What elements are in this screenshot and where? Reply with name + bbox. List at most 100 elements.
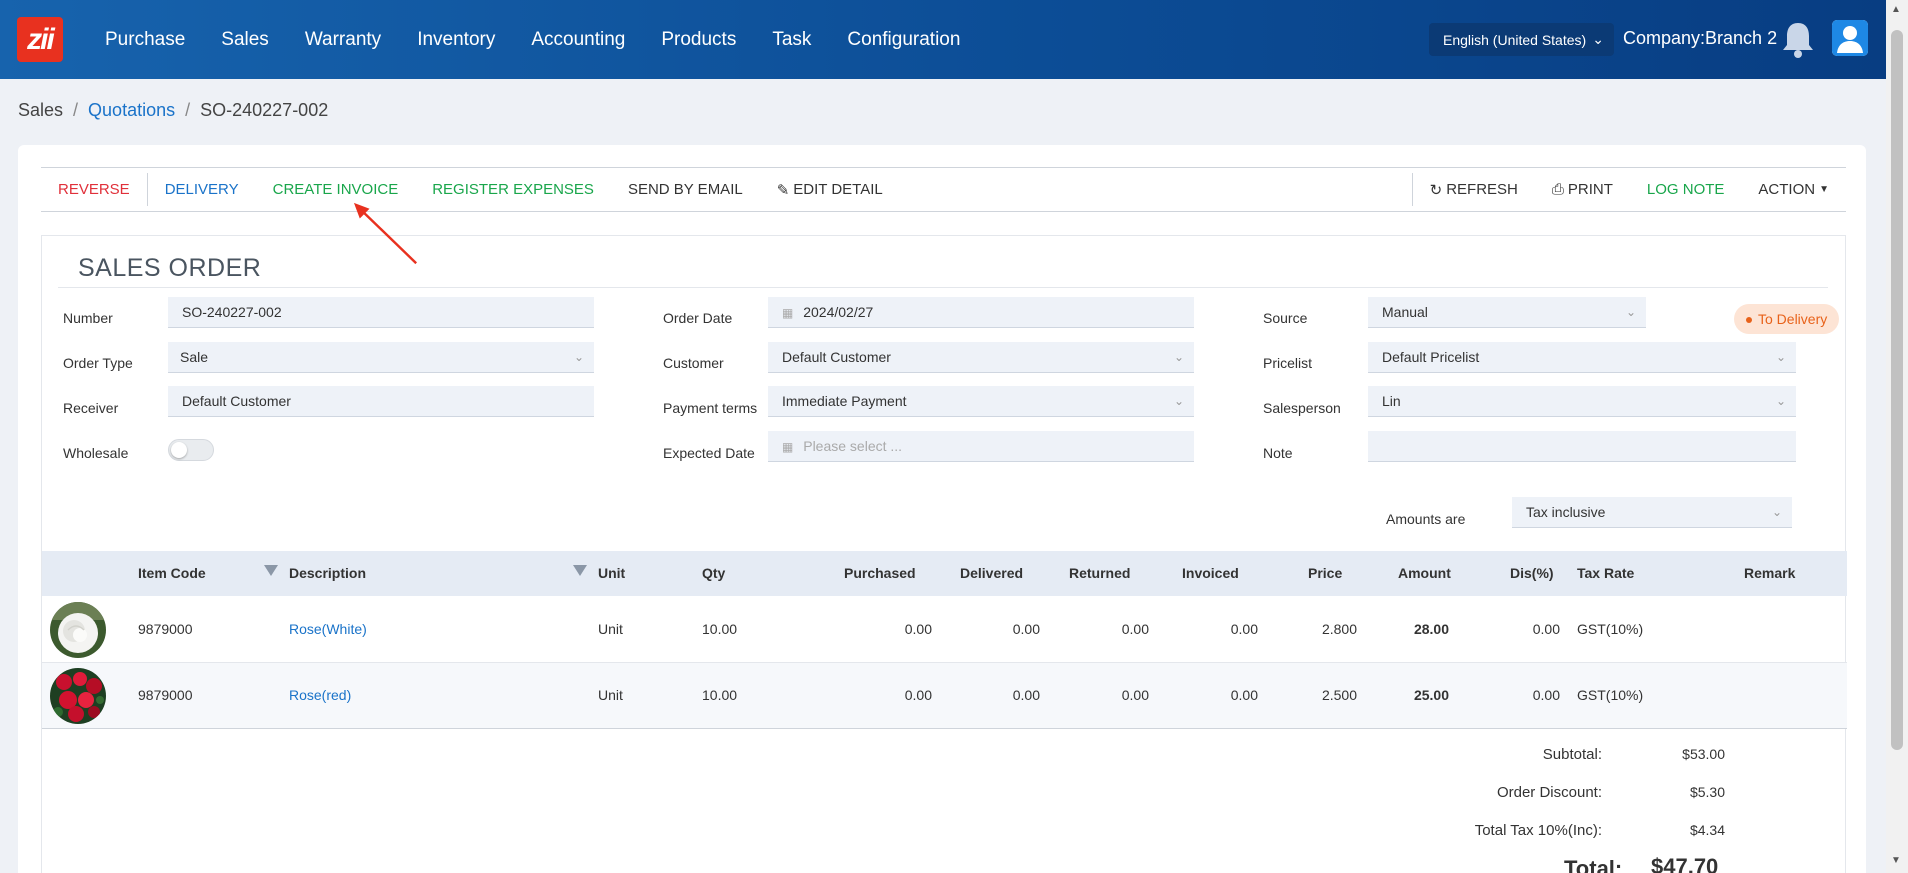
table-row[interactable]: 9879000 Rose(White) Unit 10.00 0.00 0.00… xyxy=(42,597,1847,663)
chevron-down-icon: ⌄ xyxy=(1625,305,1636,319)
order-date-field[interactable]: ▦ 2024/02/27 xyxy=(768,297,1194,328)
scroll-up-icon[interactable]: ▲ xyxy=(1891,4,1901,15)
col-purchased[interactable]: Purchased xyxy=(844,565,916,581)
nav-products[interactable]: Products xyxy=(661,29,736,51)
col-description[interactable]: Description xyxy=(289,565,366,581)
filter-icon[interactable] xyxy=(573,565,587,576)
user-avatar-icon[interactable] xyxy=(1832,20,1868,56)
scrollbar-thumb[interactable] xyxy=(1891,30,1903,750)
action-dropdown[interactable]: ACTION ▼ xyxy=(1741,181,1846,198)
nav-task[interactable]: Task xyxy=(772,29,811,51)
refresh-button[interactable]: ↻ REFRESH xyxy=(1413,181,1535,199)
salesperson-label: Salesperson xyxy=(1263,400,1341,416)
order-type-select[interactable]: Sale ⌄ xyxy=(168,342,594,373)
caret-down-icon: ▼ xyxy=(1819,184,1829,195)
grand-total-value: $47.70 xyxy=(1651,854,1719,873)
product-image-white-rose xyxy=(50,602,106,658)
cell-purchased: 0.00 xyxy=(904,687,932,703)
col-unit[interactable]: Unit xyxy=(598,565,625,581)
cell-description-link[interactable]: Rose(red) xyxy=(289,687,351,703)
print-button[interactable]: ⎙ PRINT xyxy=(1535,181,1630,198)
cell-dis: 0.00 xyxy=(1532,621,1560,637)
payment-terms-label: Payment terms xyxy=(663,400,758,416)
table-row[interactable]: 9879000 Rose(red) Unit 10.00 0.00 0.00 0… xyxy=(42,663,1847,729)
company-switcher[interactable]: Company:Branch 2 xyxy=(1623,28,1777,49)
wholesale-toggle[interactable] xyxy=(168,439,214,461)
nav-accounting[interactable]: Accounting xyxy=(531,29,625,51)
col-remark[interactable]: Remark xyxy=(1744,565,1795,581)
chevron-down-icon: ⌄ xyxy=(573,350,584,364)
col-invoiced[interactable]: Invoiced xyxy=(1182,565,1239,581)
nav-sales[interactable]: Sales xyxy=(221,29,269,51)
log-note-button[interactable]: LOG NOTE xyxy=(1630,181,1742,198)
customer-label: Customer xyxy=(663,355,724,371)
chevron-down-icon: ⌄ xyxy=(1775,394,1786,408)
wholesale-label: Wholesale xyxy=(63,445,129,461)
language-select[interactable]: English (United States) ⌄ xyxy=(1429,23,1614,56)
col-price[interactable]: Price xyxy=(1308,565,1342,581)
action-toolbar: REVERSE DELIVERY CREATE INVOICE REGISTER… xyxy=(41,167,1846,212)
col-amount[interactable]: Amount xyxy=(1398,565,1451,581)
cell-amount: 25.00 xyxy=(1413,687,1449,703)
nav-warranty[interactable]: Warranty xyxy=(305,29,381,51)
source-select[interactable]: Manual ⌄ xyxy=(1368,297,1646,328)
note-field[interactable] xyxy=(1368,431,1796,462)
total-tax-label: Total Tax 10%(Inc): xyxy=(1474,822,1602,839)
pricelist-select[interactable]: Default Pricelist ⌄ xyxy=(1368,342,1796,373)
order-type-value: Sale xyxy=(180,349,209,365)
cell-price: 2.800 xyxy=(1321,621,1357,637)
col-qty[interactable]: Qty xyxy=(702,565,725,581)
salesperson-select[interactable]: Lin ⌄ xyxy=(1368,386,1796,417)
cell-returned: 0.00 xyxy=(1121,621,1149,637)
cell-description-link[interactable]: Rose(White) xyxy=(289,621,367,637)
col-item-code[interactable]: Item Code xyxy=(138,565,206,581)
cell-item-code: 9879000 xyxy=(138,687,193,703)
bell-icon[interactable] xyxy=(1780,19,1816,59)
nav-purchase[interactable]: Purchase xyxy=(105,29,185,51)
payment-terms-select[interactable]: Immediate Payment ⌄ xyxy=(768,386,1194,417)
cell-unit: Unit xyxy=(598,621,623,637)
nav-inventory[interactable]: Inventory xyxy=(417,29,495,51)
breadcrumb-current: SO-240227-002 xyxy=(200,100,329,120)
breadcrumb-separator: / xyxy=(73,100,79,120)
filter-icon[interactable] xyxy=(264,565,278,576)
breadcrumb-sales: Sales xyxy=(18,100,64,120)
page-scrollbar[interactable]: ▲ ▼ xyxy=(1886,0,1908,873)
col-tax-rate[interactable]: Tax Rate xyxy=(1577,565,1634,581)
app-logo[interactable]: zii xyxy=(17,17,63,62)
status-text: To Delivery xyxy=(1758,311,1828,327)
cell-invoiced: 0.00 xyxy=(1230,621,1258,637)
create-invoice-button[interactable]: CREATE INVOICE xyxy=(256,181,416,198)
cell-delivered: 0.00 xyxy=(1012,621,1040,637)
chevron-down-icon: ⌄ xyxy=(1775,350,1786,364)
amounts-are-select[interactable]: Tax inclusive ⌄ xyxy=(1512,497,1792,528)
main-nav: Purchase Sales Warranty Inventory Accoun… xyxy=(87,0,978,79)
cell-tax-rate: GST(10%) xyxy=(1577,687,1644,703)
order-type-label: Order Type xyxy=(63,355,133,371)
col-returned[interactable]: Returned xyxy=(1069,565,1130,581)
order-discount-label: Order Discount: xyxy=(1496,784,1602,801)
col-delivered[interactable]: Delivered xyxy=(960,565,1023,581)
cell-item-code: 9879000 xyxy=(138,621,193,637)
breadcrumb-quotations[interactable]: Quotations xyxy=(88,100,175,121)
register-expenses-button[interactable]: REGISTER EXPENSES xyxy=(415,181,611,198)
calendar-icon: ▦ xyxy=(782,440,794,454)
grand-total-label: Total: xyxy=(1564,856,1623,873)
scroll-down-icon[interactable]: ▼ xyxy=(1891,855,1901,866)
receiver-field[interactable]: Default Customer xyxy=(168,386,594,417)
send-by-email-button[interactable]: SEND BY EMAIL xyxy=(611,181,760,198)
top-navbar: zii Purchase Sales Warranty Inventory Ac… xyxy=(0,0,1886,79)
expected-date-field[interactable]: ▦ Please select ... xyxy=(768,431,1194,462)
pencil-icon: ✎ xyxy=(776,181,790,199)
toolbar-right: ↻ REFRESH ⎙ PRINT LOG NOTE ACTION ▼ xyxy=(1411,173,1846,206)
cell-invoiced: 0.00 xyxy=(1230,687,1258,703)
nav-configuration[interactable]: Configuration xyxy=(847,29,960,51)
customer-select[interactable]: Default Customer ⌄ xyxy=(768,342,1194,373)
edit-detail-button[interactable]: ✎ EDIT DETAIL xyxy=(760,181,900,199)
reverse-button[interactable]: REVERSE xyxy=(41,181,147,198)
action-label: ACTION xyxy=(1758,181,1816,198)
delivery-button[interactable]: DELIVERY xyxy=(148,181,256,198)
chevron-down-icon: ⌄ xyxy=(1771,505,1782,519)
expected-date-label: Expected Date xyxy=(663,445,755,461)
col-dis[interactable]: Dis(%) xyxy=(1510,565,1554,581)
